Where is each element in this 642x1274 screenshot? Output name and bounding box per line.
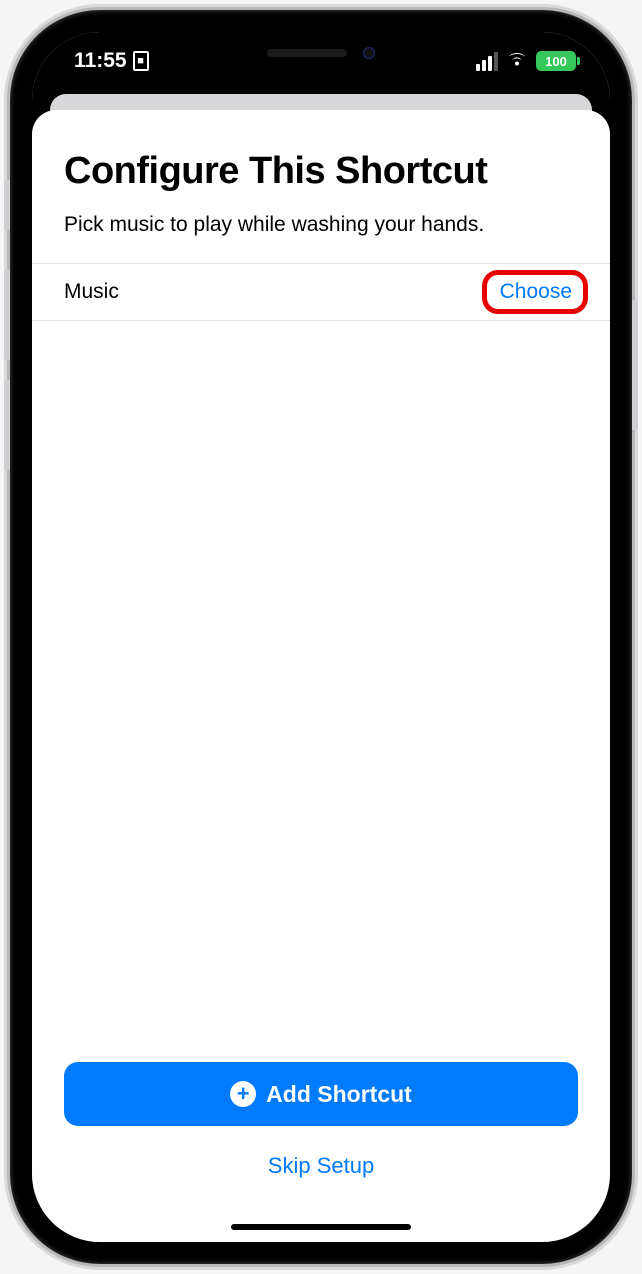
skip-setup-button[interactable]: Skip Setup [64,1134,578,1198]
screen: 11:55 ■ 100 Configure This Shortcut [32,32,610,1242]
battery-level: 100 [545,54,567,69]
plus-circle-icon: + [230,1081,256,1107]
side-button [632,300,638,430]
music-row-label: Music [64,280,119,304]
volume-up-button [4,270,10,360]
spacer [32,321,610,1062]
page-subtitle: Pick music to play while washing your ha… [32,193,610,263]
choose-music-label: Choose [500,280,572,303]
status-left: 11:55 ■ [62,49,149,73]
battery-icon: 100 [536,51,576,71]
add-shortcut-button[interactable]: + Add Shortcut [64,1062,578,1126]
sheet-stack: Configure This Shortcut Pick music to pl… [32,90,610,1242]
page-title: Configure This Shortcut [32,150,610,193]
add-shortcut-label: Add Shortcut [266,1081,412,1108]
notch [181,32,461,74]
earpiece-speaker [267,49,347,57]
configure-shortcut-sheet: Configure This Shortcut Pick music to pl… [32,110,610,1242]
sheet-content: Configure This Shortcut Pick music to pl… [32,150,610,1242]
front-camera [363,47,375,59]
wifi-icon [506,50,528,73]
cellular-signal-icon [476,52,498,71]
phone-frame: 11:55 ■ 100 Configure This Shortcut [10,10,632,1264]
bottom-actions: + Add Shortcut Skip Setup [32,1062,610,1218]
ringer-switch [4,180,10,230]
home-indicator[interactable] [231,1224,411,1230]
status-time: 11:55 [74,49,127,73]
volume-down-button [4,380,10,470]
status-right: 100 [476,50,580,73]
id-card-icon: ■ [133,51,149,71]
choose-music-button[interactable]: Choose [494,278,578,306]
music-config-row[interactable]: Music Choose [32,263,610,321]
